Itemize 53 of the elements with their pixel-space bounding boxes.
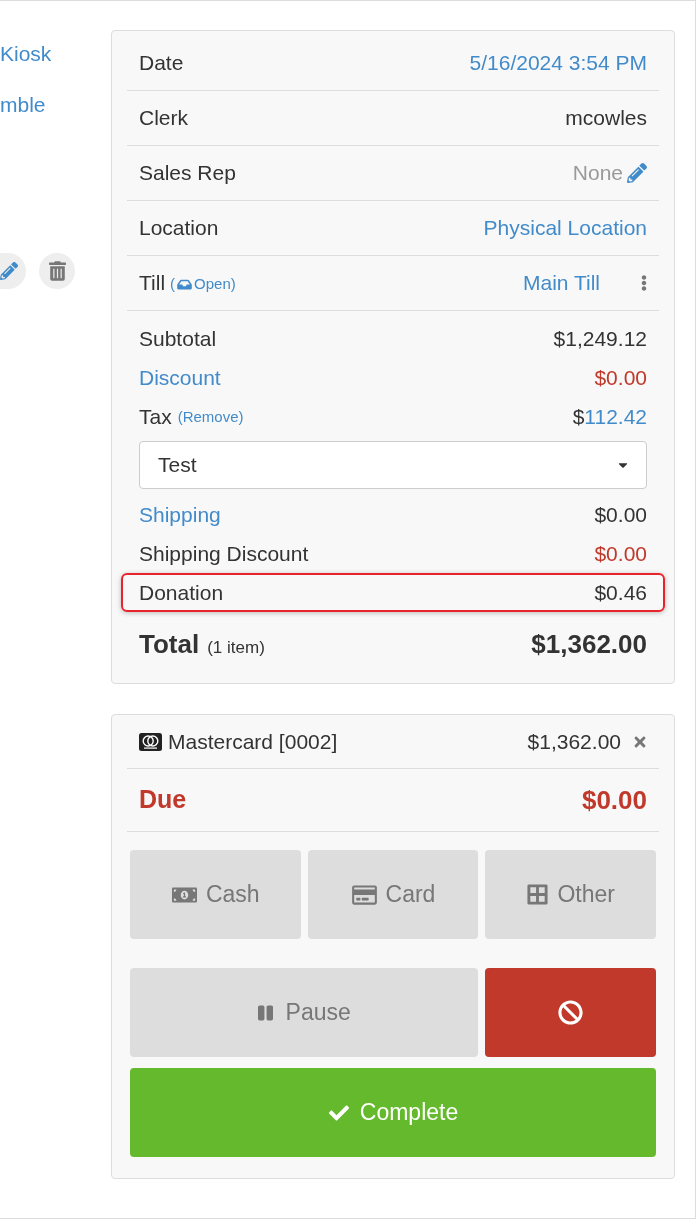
detail-link[interactable]: Physical Location xyxy=(483,212,647,244)
detail-label: Till xyxy=(139,270,166,297)
complete-button[interactable]: Complete xyxy=(130,1068,656,1157)
ban-icon xyxy=(558,1000,584,1025)
payment-amount: $1,362.00 xyxy=(527,728,621,755)
inbox-icon xyxy=(177,277,193,291)
currency-symbol: $ xyxy=(572,403,585,430)
item-count: (1 item) xyxy=(207,636,265,659)
tender-button[interactable]: Card xyxy=(307,850,479,939)
summary-amount: $0.00 xyxy=(594,364,647,391)
summary-label: Tax xyxy=(139,403,172,430)
payment-method: Mastercard [0002] xyxy=(168,728,338,755)
detail-label: Date xyxy=(139,50,184,77)
summary-label: Shipping Discount xyxy=(139,540,309,567)
sidebar-link[interactable]: mble xyxy=(0,92,46,118)
delete-button[interactable] xyxy=(39,253,75,289)
till-status-link[interactable]: ( Open) xyxy=(170,272,236,296)
credit-card-icon xyxy=(350,883,378,906)
pause-icon xyxy=(257,1003,273,1022)
tender-button[interactable]: Other xyxy=(485,850,656,939)
trash-icon xyxy=(48,261,66,281)
summary-amount: $1,249.12 xyxy=(553,325,647,352)
summary-amount: $0.46 xyxy=(594,579,647,606)
till-link[interactable]: Main Till xyxy=(522,267,600,299)
summary-link[interactable]: Discount xyxy=(139,361,221,394)
due-label: Due xyxy=(139,784,187,816)
summary-label: Subtotal xyxy=(139,325,217,352)
grid-icon xyxy=(526,883,550,906)
summary-label: Donation xyxy=(139,579,224,606)
total-amount: $1,362.00 xyxy=(531,627,647,661)
tax-select[interactable]: Test xyxy=(139,441,647,489)
pause-button[interactable]: Pause xyxy=(130,968,479,1057)
summary-link[interactable]: Shipping xyxy=(139,498,221,531)
summary-amount: $0.00 xyxy=(594,501,647,528)
tax-amount-link[interactable]: 112.42 xyxy=(584,400,647,433)
pencil-icon xyxy=(0,262,18,280)
payment-card-icon xyxy=(139,732,162,751)
detail-label: Sales Rep xyxy=(139,160,236,187)
detail-link[interactable]: 5/16/2024 3:54 PM xyxy=(469,47,647,79)
tender-button[interactable]: Cash xyxy=(130,850,301,939)
detail-label: Clerk xyxy=(139,105,188,132)
due-amount: $0.00 xyxy=(581,783,647,817)
select-value: Test xyxy=(158,452,197,479)
ellipsis-icon[interactable] xyxy=(641,274,647,292)
remove-link[interactable]: (Remove) xyxy=(177,406,244,429)
detail-value: mcowles xyxy=(565,105,647,132)
edit-button[interactable] xyxy=(0,253,26,289)
detail-label: Location xyxy=(139,215,219,242)
pencil-icon[interactable] xyxy=(627,163,647,183)
detail-value: None xyxy=(572,160,623,187)
total-label: Total xyxy=(139,627,200,661)
sidebar-link[interactable]: Kiosk xyxy=(0,41,52,67)
summary-amount: $0.00 xyxy=(594,540,647,567)
